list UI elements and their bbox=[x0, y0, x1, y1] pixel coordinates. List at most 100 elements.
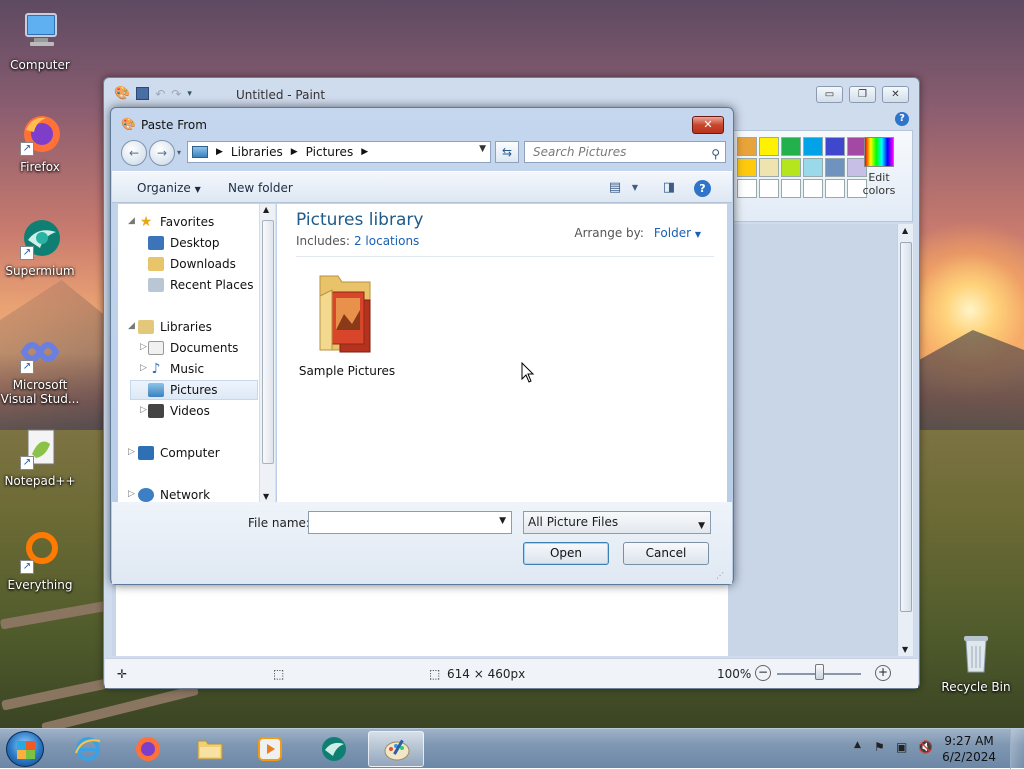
minimize-button[interactable]: ▭ bbox=[816, 86, 843, 103]
desktop-icon-computer[interactable]: Computer bbox=[0, 10, 80, 72]
customize-qat-icon[interactable]: ▾ bbox=[187, 89, 192, 99]
search-input[interactable]: Search Pictures ⚲ bbox=[524, 141, 726, 163]
desktop-icon-visual-studio[interactable]: ↗ Microsoft Visual Stud... bbox=[0, 330, 80, 406]
desktop-icon-firefox[interactable]: ↗ Firefox bbox=[0, 112, 80, 174]
taskbar-paint[interactable] bbox=[368, 731, 424, 767]
breadcrumb-separator-icon[interactable]: ▶ bbox=[216, 147, 223, 157]
desktop-icon-recycle-bin[interactable]: Recycle Bin bbox=[936, 632, 1016, 694]
nav-music[interactable]: ♪ Music bbox=[148, 359, 275, 379]
recent-locations-icon[interactable]: ▾ bbox=[177, 148, 181, 157]
color-swatch[interactable] bbox=[737, 179, 757, 198]
collapse-favorites-icon[interactable]: ◢ bbox=[128, 216, 135, 226]
resize-grip-icon[interactable]: ⋰ bbox=[716, 571, 724, 580]
color-swatch[interactable] bbox=[759, 179, 779, 198]
taskbar-internet-explorer[interactable] bbox=[60, 731, 116, 767]
show-hidden-icons-icon[interactable]: ▲ bbox=[854, 740, 861, 750]
save-icon[interactable] bbox=[136, 87, 150, 100]
color-swatch[interactable] bbox=[759, 158, 779, 177]
arrange-by-dropdown[interactable]: Folder ▼ bbox=[654, 226, 701, 240]
folder-item[interactable]: Sample Pictures bbox=[297, 266, 397, 378]
cancel-button[interactable]: Cancel bbox=[623, 542, 709, 565]
nav-downloads[interactable]: Downloads bbox=[148, 254, 275, 274]
scroll-down-icon[interactable]: ▼ bbox=[902, 645, 908, 654]
nav-favorites[interactable]: ★ Favorites bbox=[138, 212, 275, 232]
help-icon[interactable]: ? bbox=[694, 180, 711, 197]
color-swatch[interactable] bbox=[825, 179, 845, 198]
show-desktop-button[interactable] bbox=[1010, 729, 1024, 769]
redo-icon[interactable]: ↷ bbox=[171, 87, 181, 101]
nav-desktop[interactable]: Desktop bbox=[148, 233, 275, 253]
color-swatch[interactable] bbox=[803, 137, 823, 156]
action-center-flag-icon[interactable]: ⚑ bbox=[874, 740, 885, 754]
color-swatch[interactable] bbox=[759, 137, 779, 156]
expand-documents-icon[interactable]: ▷ bbox=[140, 342, 147, 352]
color-swatch[interactable] bbox=[737, 137, 757, 156]
open-button[interactable]: Open bbox=[523, 542, 609, 565]
collapse-libraries-icon[interactable]: ◢ bbox=[128, 321, 135, 331]
start-button[interactable] bbox=[6, 731, 44, 767]
expand-music-icon[interactable]: ▷ bbox=[140, 363, 147, 373]
scroll-up-icon[interactable]: ▲ bbox=[902, 226, 908, 235]
nav-documents[interactable]: Documents bbox=[148, 338, 275, 358]
scrollbar-thumb[interactable] bbox=[900, 242, 912, 612]
color-swatch[interactable] bbox=[781, 179, 801, 198]
help-icon[interactable]: ? bbox=[895, 112, 909, 126]
dialog-close-button[interactable]: ✕ bbox=[692, 116, 724, 134]
clock[interactable]: 9:27 AM 6/2/2024 bbox=[942, 733, 996, 765]
expand-videos-icon[interactable]: ▷ bbox=[140, 405, 147, 415]
color-swatch[interactable] bbox=[803, 158, 823, 177]
scroll-down-icon[interactable]: ▼ bbox=[263, 492, 269, 501]
desktop-icon-notepadpp[interactable]: ↗ Notepad++ bbox=[0, 426, 80, 488]
preview-pane-icon[interactable]: ◨ bbox=[658, 178, 680, 198]
nav-pictures[interactable]: Pictures bbox=[130, 380, 258, 400]
close-button[interactable]: ✕ bbox=[882, 86, 909, 103]
color-swatch[interactable] bbox=[781, 158, 801, 177]
edit-colors-button[interactable]: Edit colors bbox=[857, 137, 901, 197]
new-folder-button[interactable]: New folder bbox=[228, 181, 293, 195]
breadcrumb-libraries[interactable]: Libraries bbox=[231, 145, 283, 159]
scrollbar-thumb[interactable] bbox=[262, 220, 274, 464]
forward-button[interactable]: → bbox=[149, 140, 175, 166]
breadcrumb-separator-icon[interactable]: ▶ bbox=[291, 147, 298, 157]
volume-muted-icon[interactable]: 🔇 bbox=[918, 740, 933, 754]
view-options-chevron-icon[interactable]: ▼ bbox=[624, 178, 646, 198]
zoom-slider-thumb[interactable] bbox=[815, 664, 824, 680]
organize-button[interactable]: Organize ▼ bbox=[137, 181, 201, 195]
refresh-button[interactable]: ⇆ bbox=[495, 141, 519, 163]
chevron-down-icon[interactable]: ▼ bbox=[698, 516, 705, 537]
search-icon[interactable]: ⚲ bbox=[711, 144, 720, 164]
zoom-in-icon[interactable]: + bbox=[875, 665, 891, 681]
taskbar-file-explorer[interactable] bbox=[182, 731, 238, 767]
locations-link[interactable]: 2 locations bbox=[354, 234, 419, 248]
expand-computer-icon[interactable]: ▷ bbox=[128, 447, 135, 457]
taskbar-supermium[interactable] bbox=[306, 731, 362, 767]
color-swatch[interactable] bbox=[781, 137, 801, 156]
nav-network[interactable]: Network bbox=[138, 485, 275, 502]
address-dropdown-icon[interactable]: ▼ bbox=[479, 144, 486, 154]
breadcrumb-pictures[interactable]: Pictures bbox=[306, 145, 354, 159]
network-status-icon[interactable]: ▣ bbox=[896, 740, 907, 754]
desktop-icon-supermium[interactable]: ↗ Supermium bbox=[0, 216, 80, 278]
color-swatch[interactable] bbox=[737, 158, 757, 177]
nav-recent-places[interactable]: Recent Places bbox=[148, 275, 275, 295]
change-view-icon[interactable]: ▤ bbox=[604, 178, 626, 198]
paint-app-icon[interactable]: 🎨 bbox=[114, 86, 130, 101]
nav-videos[interactable]: Videos bbox=[148, 401, 275, 421]
color-swatch[interactable] bbox=[803, 179, 823, 198]
address-bar[interactable]: ▶ Libraries ▶ Pictures ▶ ▼ bbox=[187, 141, 491, 163]
nav-libraries[interactable]: Libraries bbox=[138, 317, 275, 337]
file-name-field[interactable]: ▼ bbox=[308, 511, 512, 534]
file-name-dropdown-icon[interactable]: ▼ bbox=[499, 516, 506, 526]
expand-network-icon[interactable]: ▷ bbox=[128, 489, 135, 499]
file-type-select[interactable]: All Picture Files ▼ bbox=[523, 511, 711, 534]
zoom-out-icon[interactable]: − bbox=[755, 665, 771, 681]
color-swatch[interactable] bbox=[825, 137, 845, 156]
scroll-up-icon[interactable]: ▲ bbox=[263, 205, 269, 214]
undo-icon[interactable]: ↶ bbox=[155, 87, 165, 101]
nav-computer[interactable]: Computer bbox=[138, 443, 275, 463]
taskbar-firefox[interactable] bbox=[120, 731, 176, 767]
maximize-button[interactable]: ❐ bbox=[849, 86, 876, 103]
color-swatch[interactable] bbox=[825, 158, 845, 177]
taskbar-media-player[interactable] bbox=[242, 731, 298, 767]
breadcrumb-separator-icon[interactable]: ▶ bbox=[361, 147, 368, 157]
